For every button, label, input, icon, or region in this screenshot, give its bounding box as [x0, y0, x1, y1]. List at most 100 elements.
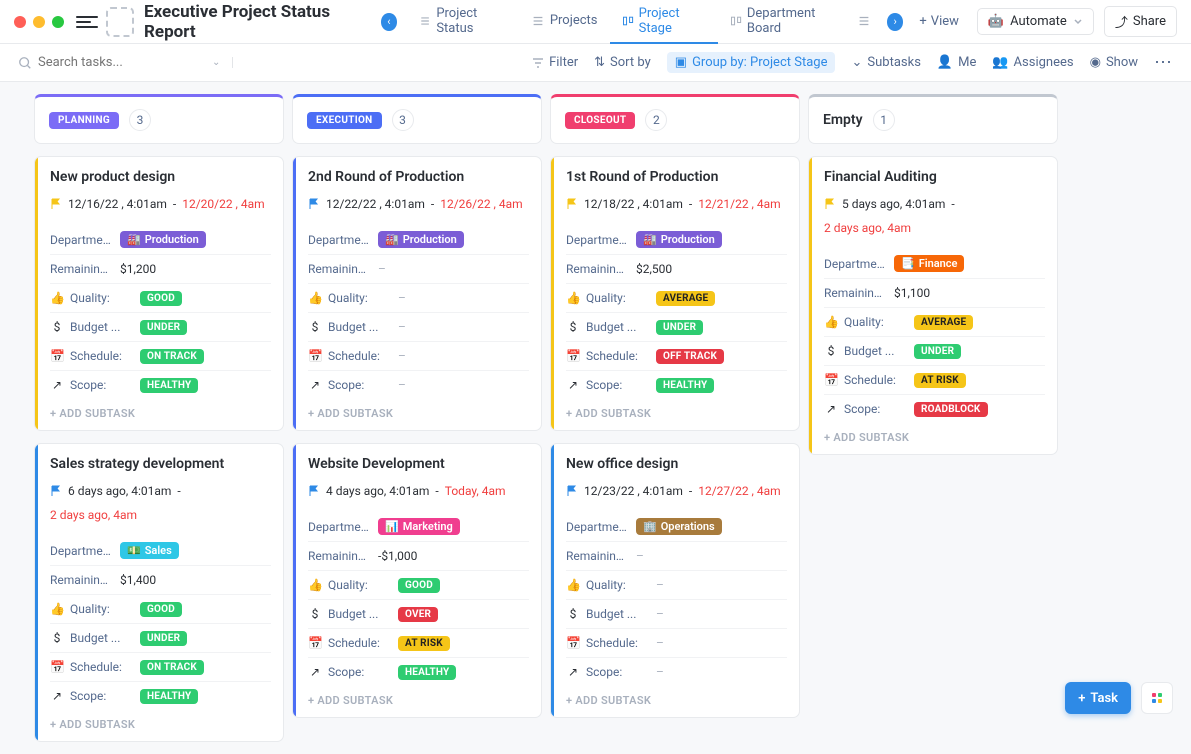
workspace-icon[interactable]	[106, 7, 134, 37]
board-icon	[622, 14, 634, 28]
column-planning: PLANNING3 New product design12/16/22 , 4:…	[34, 94, 284, 742]
field-row: 👍Quality:AVERAGE	[566, 283, 787, 312]
field-row: Department:💵Sales	[50, 536, 271, 565]
add-subtask-button[interactable]: + ADD SUBTASK	[566, 399, 787, 422]
group-icon: ▣	[675, 55, 687, 70]
more-options[interactable]: ⋯	[1154, 52, 1173, 73]
add-view-button[interactable]: +View	[911, 10, 967, 33]
search-input[interactable]	[38, 55, 208, 70]
add-subtask-button[interactable]: + ADD SUBTASK	[308, 399, 529, 422]
field-icon: ↗	[824, 402, 838, 416]
me-button[interactable]: 👤 Me	[937, 55, 976, 70]
stage-label: Empty	[823, 112, 863, 128]
field-label: Remaining ...	[50, 573, 114, 587]
task-card[interactable]: New product design12/16/22 , 4:01am-12/2…	[34, 156, 284, 431]
schedule-badge: AT RISK	[398, 636, 450, 651]
subtasks-button[interactable]: ⌄ Subtasks	[851, 55, 920, 70]
sortby-button[interactable]: ⇅ Sort by	[594, 55, 651, 70]
field-icon: $	[308, 607, 322, 621]
new-task-button[interactable]: +Task	[1065, 682, 1131, 714]
column-header[interactable]: PLANNING3	[34, 94, 284, 144]
nav-forward[interactable]: ›	[887, 13, 904, 31]
assignees-button[interactable]: 👥 Assignees	[992, 55, 1073, 70]
flag-icon	[50, 198, 62, 210]
task-card[interactable]: 2nd Round of Production 12/22/22 , 4:01am…	[292, 156, 542, 431]
share-button[interactable]: ⤴ Share	[1104, 6, 1177, 37]
task-card[interactable]: New office design12/23/22 , 4:01am-12/27…	[550, 443, 800, 718]
due-date: 12/26/22 , 4am	[440, 197, 522, 211]
close-window[interactable]	[14, 16, 26, 28]
due-date: 2 days ago, 4am	[50, 508, 271, 522]
quality-badge: AVERAGE	[656, 291, 715, 306]
stage-pill: CLOSEOUT	[565, 112, 635, 129]
field-row: 📅Schedule:ON TRACK	[50, 652, 271, 681]
card-title: 1st Round of Production	[566, 169, 787, 185]
column-empty: Empty1 Financial Auditing5 days ago, 4:01…	[808, 94, 1058, 742]
field-icon: $	[308, 320, 322, 334]
tab-department-board[interactable]: Department Board	[718, 0, 851, 44]
tab-projects[interactable]: Projects	[519, 0, 610, 44]
field-row: ↗Scope:–	[308, 370, 529, 399]
field-row: ↗Scope:ROADBLOCK	[824, 394, 1045, 423]
field-label: Department:	[566, 233, 630, 247]
field-label: Budget ...	[70, 320, 134, 334]
field-row: Department:🏭Production	[50, 225, 271, 254]
column-header[interactable]: EXECUTION3	[292, 94, 542, 144]
task-card[interactable]: Sales strategy development6 days ago, 4:…	[34, 443, 284, 742]
budget-badge: UNDER	[656, 320, 703, 335]
field-icon: ↗	[566, 378, 580, 392]
tab-project-stage[interactable]: Project Stage	[610, 0, 718, 44]
field-icon: $	[824, 344, 838, 358]
budget-badge: UNDER	[140, 320, 187, 335]
column-header[interactable]: Empty1	[808, 94, 1058, 144]
add-subtask-button[interactable]: + ADD SUBTASK	[50, 399, 271, 422]
add-subtask-button[interactable]: + ADD SUBTASK	[566, 686, 787, 709]
stage-pill: EXECUTION	[307, 112, 382, 129]
apps-button[interactable]	[1141, 682, 1173, 714]
field-row: $Budget ...–	[308, 312, 529, 341]
field-row: 📅Schedule:ON TRACK	[50, 341, 271, 370]
search-dropdown[interactable]: ⌄	[212, 57, 233, 68]
field-label: Quality:	[328, 291, 392, 305]
floating-actions: +Task	[1065, 682, 1173, 714]
flag-icon	[50, 485, 62, 497]
quality-badge: –	[656, 578, 664, 592]
tab-project-status[interactable]: Project Status	[407, 0, 519, 44]
card-title: 2nd Round of Production	[308, 169, 529, 185]
groupby-button[interactable]: ▣ Group by: Project Stage	[667, 52, 836, 73]
page-title: Executive Project Status Report	[144, 2, 367, 42]
field-label: Schedule:	[70, 349, 134, 363]
task-card[interactable]: Financial Auditing5 days ago, 4:01am-2 d…	[808, 156, 1058, 455]
column-header[interactable]: CLOSEOUT2	[550, 94, 800, 144]
add-subtask-button[interactable]: + ADD SUBTASK	[308, 686, 529, 709]
nav-back[interactable]: ‹	[381, 13, 398, 31]
department-badge: 📊Marketing	[378, 518, 460, 535]
add-subtask-button[interactable]: + ADD SUBTASK	[50, 710, 271, 733]
minimize-window[interactable]	[33, 16, 45, 28]
start-date: 12/22/22 , 4:01am	[326, 197, 425, 211]
quality-badge: –	[398, 291, 406, 305]
tab-overflow[interactable]	[851, 0, 877, 44]
add-subtask-button[interactable]: + ADD SUBTASK	[824, 423, 1045, 446]
field-label: Quality:	[586, 578, 650, 592]
field-label: Scope:	[70, 689, 134, 703]
task-card[interactable]: Website Development4 days ago, 4:01am-To…	[292, 443, 542, 718]
field-label: Budget ...	[844, 344, 908, 358]
automate-button[interactable]: 🤖 Automate	[977, 8, 1094, 35]
field-icon: 📅	[566, 349, 580, 363]
subtasks-icon: ⌄	[851, 55, 862, 70]
field-icon: ↗	[308, 665, 322, 679]
maximize-window[interactable]	[52, 16, 64, 28]
show-button[interactable]: ◉ Show	[1090, 55, 1138, 70]
flag-icon	[566, 485, 578, 497]
task-card[interactable]: 1st Round of Production12/18/22 , 4:01am…	[550, 156, 800, 431]
list-icon	[531, 14, 545, 28]
field-row: Department:🏭Production	[566, 225, 787, 254]
department-badge: 🏭Production	[378, 231, 464, 248]
hamburger-menu-icon[interactable]	[76, 10, 98, 34]
due-date: 2 days ago, 4am	[824, 221, 1045, 235]
start-date: 12/23/22 , 4:01am	[584, 484, 683, 498]
department-badge: 🏭Production	[120, 231, 206, 248]
flag-icon	[566, 198, 578, 210]
filter-button[interactable]: Filter	[532, 55, 578, 70]
